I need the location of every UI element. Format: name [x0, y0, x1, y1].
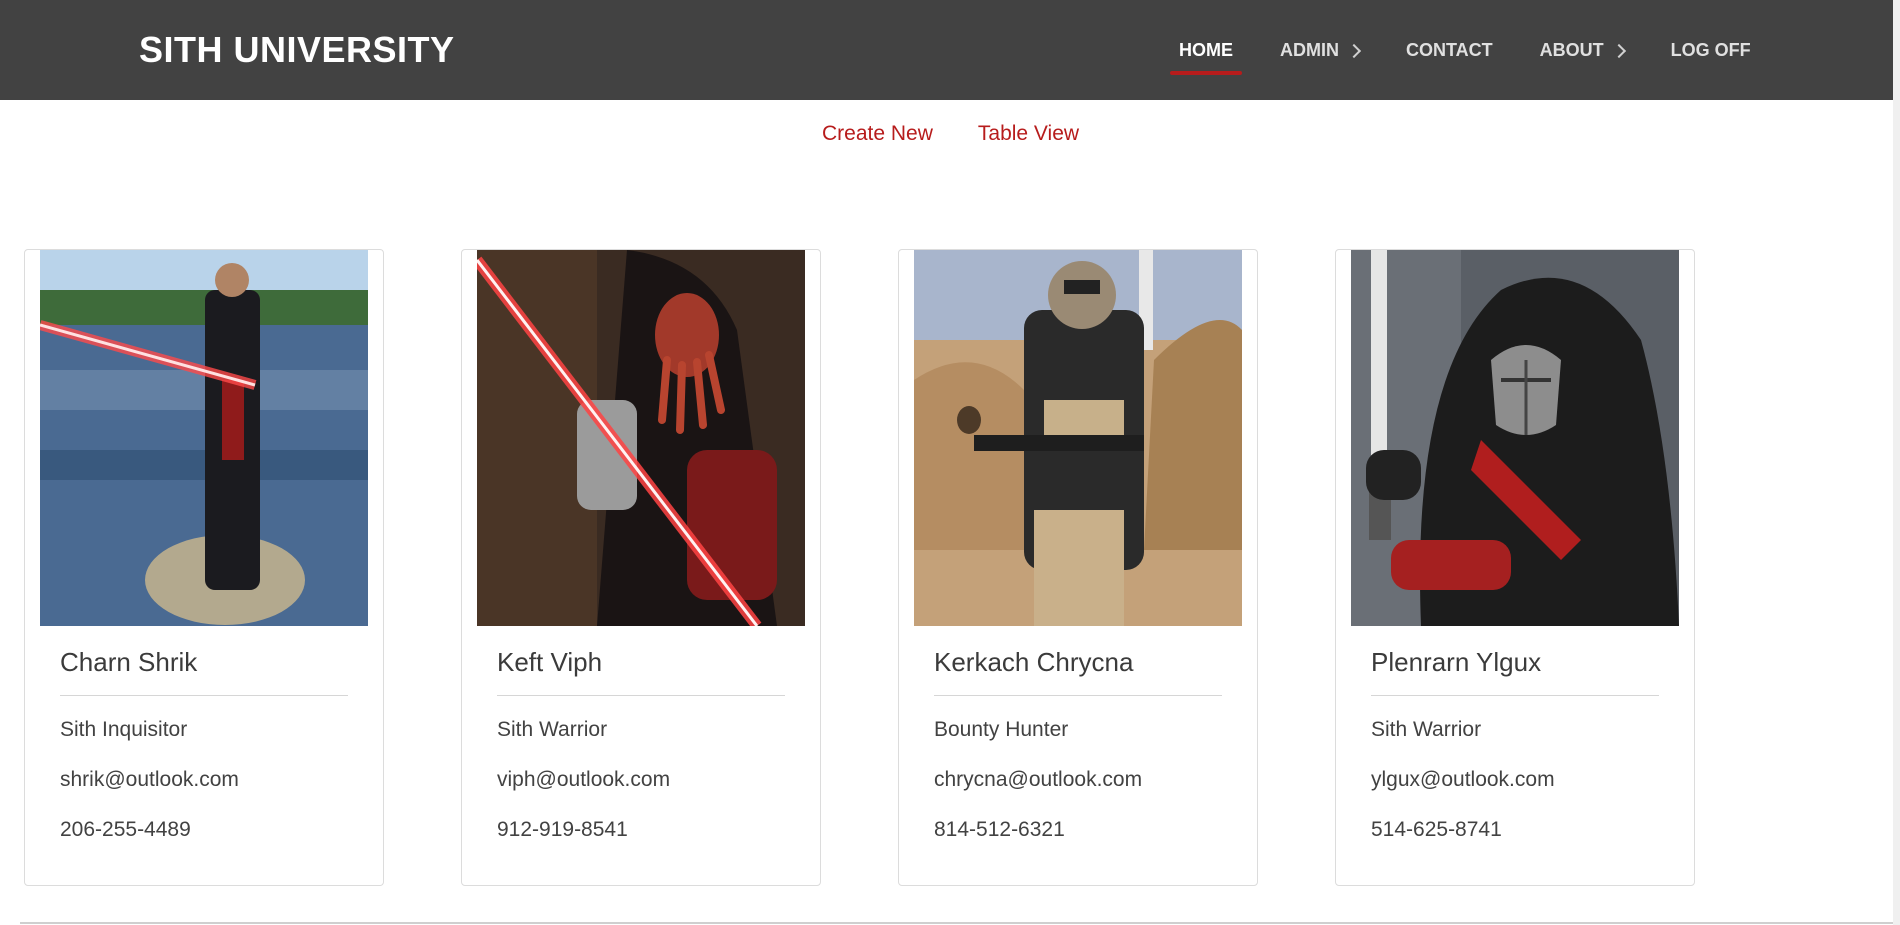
- sith-warrior-photo: [477, 250, 805, 626]
- card-divider: [497, 695, 785, 696]
- nav-home[interactable]: HOME: [1170, 25, 1242, 75]
- student-email: chrycna@outlook.com: [934, 768, 1143, 791]
- nav-about[interactable]: ABOUT: [1531, 25, 1633, 75]
- student-phone: 814-512-6321: [934, 818, 1065, 841]
- nav-about-label: ABOUT: [1539, 39, 1604, 60]
- bounty-hunter-photo: [914, 250, 1242, 626]
- card-divider: [934, 695, 1222, 696]
- student-email: viph@outlook.com: [497, 768, 671, 791]
- student-card-grid: Charn Shrik Sith Inquisitor shrik@outloo…: [24, 249, 1695, 886]
- student-phone: 912-919-8541: [497, 818, 628, 841]
- brand-logo-text[interactable]: SITH UNIVERSITY: [139, 30, 455, 70]
- student-title: Sith Warrior: [497, 718, 608, 741]
- card-divider: [1371, 695, 1659, 696]
- student-name: Keft Viph: [497, 647, 603, 677]
- student-name: Kerkach Chrycna: [934, 647, 1134, 677]
- table-view-link[interactable]: Table View: [978, 120, 1079, 148]
- student-phone: 514-625-8741: [1371, 818, 1502, 841]
- nav-admin[interactable]: ADMIN: [1271, 25, 1368, 75]
- nav-admin-label: ADMIN: [1280, 39, 1339, 60]
- chevron-right-icon: [1611, 43, 1626, 58]
- top-navbar: SITH UNIVERSITY HOME ADMIN CONTACT ABOUT…: [0, 0, 1900, 100]
- student-card: Kerkach Chrycna Bounty Hunter chrycna@ou…: [898, 249, 1258, 886]
- page-actions: Create New Table View: [822, 120, 1079, 148]
- main-nav: HOME ADMIN CONTACT ABOUT LOG OFF: [1170, 0, 1789, 100]
- sith-inquisitor-photo: [40, 250, 368, 626]
- nav-contact-label: CONTACT: [1406, 39, 1493, 60]
- student-title: Sith Warrior: [1371, 718, 1482, 741]
- nav-log-off[interactable]: LOG OFF: [1662, 25, 1760, 75]
- student-title: Bounty Hunter: [934, 718, 1069, 741]
- vertical-scrollbar[interactable]: [1893, 0, 1900, 925]
- student-name: Plenrarn Ylgux: [1371, 647, 1542, 677]
- student-phone: 206-255-4489: [60, 818, 191, 841]
- student-title: Sith Inquisitor: [60, 718, 188, 741]
- hooded-sith-photo: [1351, 250, 1679, 626]
- student-card: Plenrarn Ylgux Sith Warrior ylgux@outloo…: [1335, 249, 1695, 886]
- student-email: shrik@outlook.com: [60, 768, 239, 791]
- nav-home-label: HOME: [1179, 39, 1233, 60]
- page-bottom-divider: [20, 922, 1900, 924]
- card-divider: [60, 695, 348, 696]
- student-card: Charn Shrik Sith Inquisitor shrik@outloo…: [24, 249, 384, 886]
- create-new-link[interactable]: Create New: [822, 120, 933, 148]
- student-email: ylgux@outlook.com: [1371, 768, 1555, 791]
- nav-contact[interactable]: CONTACT: [1397, 25, 1502, 75]
- nav-log-off-label: LOG OFF: [1670, 39, 1751, 60]
- chevron-right-icon: [1346, 43, 1362, 58]
- student-card: Keft Viph Sith Warrior viph@outlook.com …: [461, 249, 821, 886]
- student-name: Charn Shrik: [60, 647, 198, 677]
